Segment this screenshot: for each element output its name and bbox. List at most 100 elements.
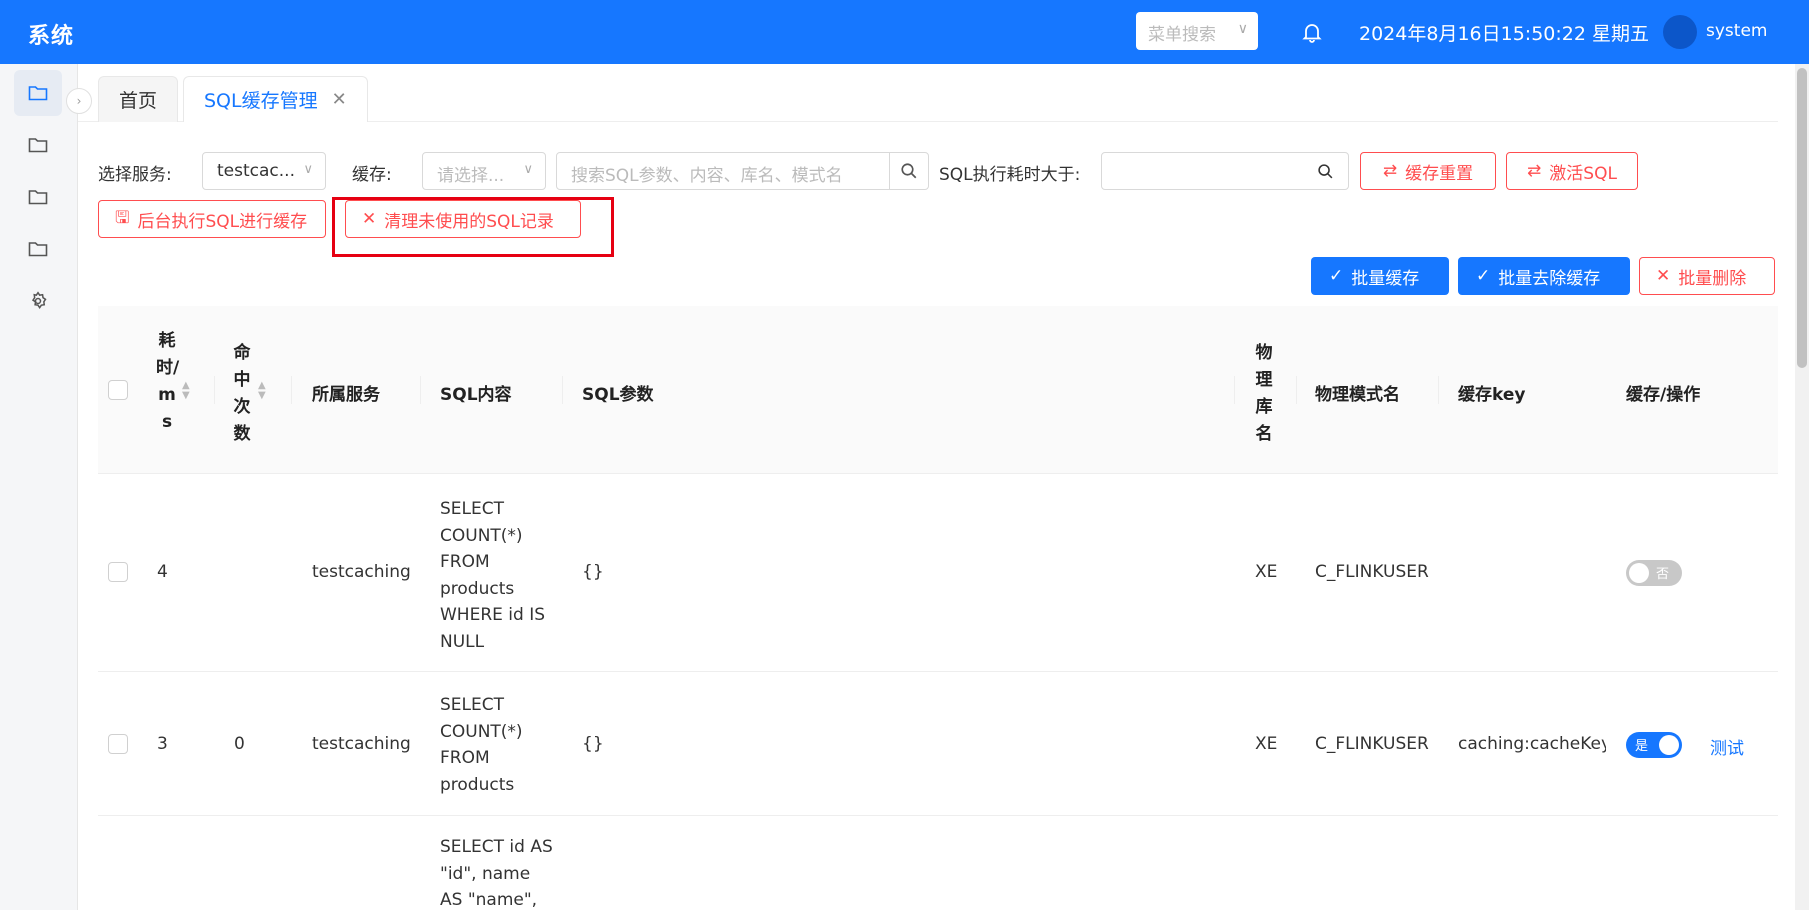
toggle-knob xyxy=(1629,563,1649,583)
cache-label: 缓存: xyxy=(352,165,392,185)
cell-sql-params: {} xyxy=(582,562,604,582)
header-duration[interactable]: 耗时/ms xyxy=(156,328,179,436)
row-checkbox[interactable] xyxy=(108,734,128,754)
activate-sql-button[interactable]: ⇄ 激活SQL xyxy=(1506,152,1638,190)
folder-icon xyxy=(28,190,48,205)
avatar[interactable] xyxy=(1663,15,1697,49)
tab-bar: 首页 SQL缓存管理 ✕ xyxy=(78,64,1778,122)
menu-search-select[interactable]: 菜单搜索 ∨ xyxy=(1136,12,1258,50)
cell-sql-content: SELECT id AS "id", name AS "name", xyxy=(440,834,560,914)
cache-select[interactable]: 请选择... ∨ xyxy=(422,152,546,190)
background-exec-button[interactable]: 🖫 后台执行SQL进行缓存 xyxy=(98,200,326,238)
sort-icon[interactable]: ▲ ▼ xyxy=(182,381,190,401)
left-sidebar xyxy=(0,64,78,910)
batch-delete-button[interactable]: ✕ 批量删除 xyxy=(1639,257,1775,295)
cell-schema-name: C_FLINKUSER xyxy=(1315,734,1429,754)
toggle-knob xyxy=(1659,735,1679,755)
sql-search-button[interactable] xyxy=(889,152,929,190)
cell-db-name: XE xyxy=(1255,562,1278,582)
cell-sql-params: {} xyxy=(582,734,604,754)
header-db-name: 物理库名 xyxy=(1255,343,1273,444)
batch-cache-button[interactable]: ✓ 批量缓存 xyxy=(1311,257,1449,295)
reset-cache-button[interactable]: ⇄ 缓存重置 xyxy=(1360,152,1496,190)
sql-line: SELECT xyxy=(440,695,504,715)
datetime-display: 2024年8月16日15:50:22 星期五 xyxy=(1359,23,1649,45)
cell-service: testcaching xyxy=(312,734,411,754)
header-sql-params: SQL参数 xyxy=(582,385,654,405)
sidebar-collapse-button[interactable]: › xyxy=(66,88,92,114)
tab-sql-cache-manage[interactable]: SQL缓存管理 ✕ xyxy=(183,76,368,122)
sidebar-item-folder-4[interactable] xyxy=(14,226,62,272)
column-divider xyxy=(562,376,563,404)
cell-sql-content: SELECT COUNT(*) FROM products WHERE id I… xyxy=(440,496,560,655)
service-label: 选择服务: xyxy=(98,165,172,185)
column-divider xyxy=(420,376,421,404)
check-icon: ✓ xyxy=(1476,266,1491,286)
bell-icon[interactable] xyxy=(1300,20,1324,44)
header-cache-key: 缓存key xyxy=(1458,385,1526,405)
column-divider xyxy=(1438,376,1439,404)
table-row: SELECT id AS "id", name AS "name", xyxy=(98,816,1778,916)
select-all-checkbox[interactable] xyxy=(108,380,128,400)
close-icon[interactable]: ✕ xyxy=(332,89,347,110)
sql-line: FROM xyxy=(440,552,490,572)
close-icon: ✕ xyxy=(1656,266,1671,286)
sort-icon[interactable]: ▲ ▼ xyxy=(258,381,266,401)
sidebar-item-folder-1[interactable] xyxy=(14,70,62,116)
sql-line: COUNT(*) xyxy=(440,721,523,742)
cache-toggle[interactable]: 是 xyxy=(1626,732,1682,758)
scroll-thumb[interactable] xyxy=(1797,68,1807,368)
folder-icon xyxy=(28,242,48,257)
table-row: 4 testcaching SELECT COUNT(*) FROM produ… xyxy=(98,474,1778,672)
header-hits[interactable]: 命中次数 xyxy=(231,340,253,448)
chevron-down-icon: ∨ xyxy=(303,162,313,177)
page-scrollbar[interactable] xyxy=(1795,64,1809,910)
test-link[interactable]: 测试 xyxy=(1710,734,1744,759)
sql-line: products xyxy=(440,578,515,599)
search-icon xyxy=(901,163,917,179)
swap-icon: ⇄ xyxy=(1527,161,1542,181)
tab-label: SQL缓存管理 xyxy=(204,90,318,112)
sidebar-item-folder-3[interactable] xyxy=(14,174,62,220)
sql-line: products xyxy=(440,774,515,795)
reset-cache-label: 缓存重置 xyxy=(1405,163,1474,184)
duration-input[interactable] xyxy=(1101,152,1349,190)
search-icon[interactable] xyxy=(1317,163,1334,180)
sql-line: COUNT(*) xyxy=(440,525,523,546)
highlight-box xyxy=(332,197,614,257)
sql-line: SELECT id AS xyxy=(440,837,553,857)
header-schema-name: 物理模式名 xyxy=(1315,385,1400,405)
sql-search-placeholder: 搜索SQL参数、内容、库名、模式名 xyxy=(571,166,843,186)
header-sql-content: SQL内容 xyxy=(440,385,512,405)
service-select[interactable]: testcac... ∨ xyxy=(202,152,326,190)
sidebar-item-settings[interactable] xyxy=(14,278,62,324)
background-exec-label: 后台执行SQL进行缓存 xyxy=(137,211,308,232)
cell-sql-content: SELECT COUNT(*) FROM products xyxy=(440,692,560,798)
cell-db-name: XE xyxy=(1255,734,1278,754)
cell-cache-key: caching:cacheKey|X xyxy=(1458,734,1606,754)
sql-line: "id", name xyxy=(440,863,531,884)
sql-line: SELECT xyxy=(440,499,504,519)
cell-service: testcaching xyxy=(312,562,411,582)
username[interactable]: system xyxy=(1706,21,1767,41)
table-header: 耗时/ms ▲ ▼ 命中次数 ▲ ▼ 所属服务 SQL内容 SQL参数 物理库名 物… xyxy=(98,306,1778,474)
swap-icon: ⇄ xyxy=(1382,161,1398,181)
cell-schema-name: C_FLINKUSER xyxy=(1315,562,1429,582)
tab-label: 首页 xyxy=(119,90,158,112)
sidebar-item-folder-2[interactable] xyxy=(14,122,62,168)
toggle-text: 否 xyxy=(1656,567,1670,582)
folder-icon xyxy=(28,138,48,153)
toggle-text: 是 xyxy=(1635,739,1649,754)
service-select-value: testcac... xyxy=(217,161,295,181)
batch-uncache-button[interactable]: ✓ 批量去除缓存 xyxy=(1458,257,1630,295)
column-divider xyxy=(214,376,215,404)
sql-search-input[interactable]: 搜索SQL参数、内容、库名、模式名 xyxy=(556,152,890,190)
row-checkbox[interactable] xyxy=(108,562,128,582)
activate-sql-label: 激活SQL xyxy=(1549,163,1617,184)
tab-home[interactable]: 首页 xyxy=(98,76,179,122)
cache-toggle[interactable]: 否 xyxy=(1626,560,1682,586)
folder-icon xyxy=(28,86,48,101)
duration-label: SQL执行耗时大于: xyxy=(939,165,1081,185)
chevron-down-icon: ∨ xyxy=(1237,21,1248,37)
sql-line: NULL xyxy=(440,631,485,652)
